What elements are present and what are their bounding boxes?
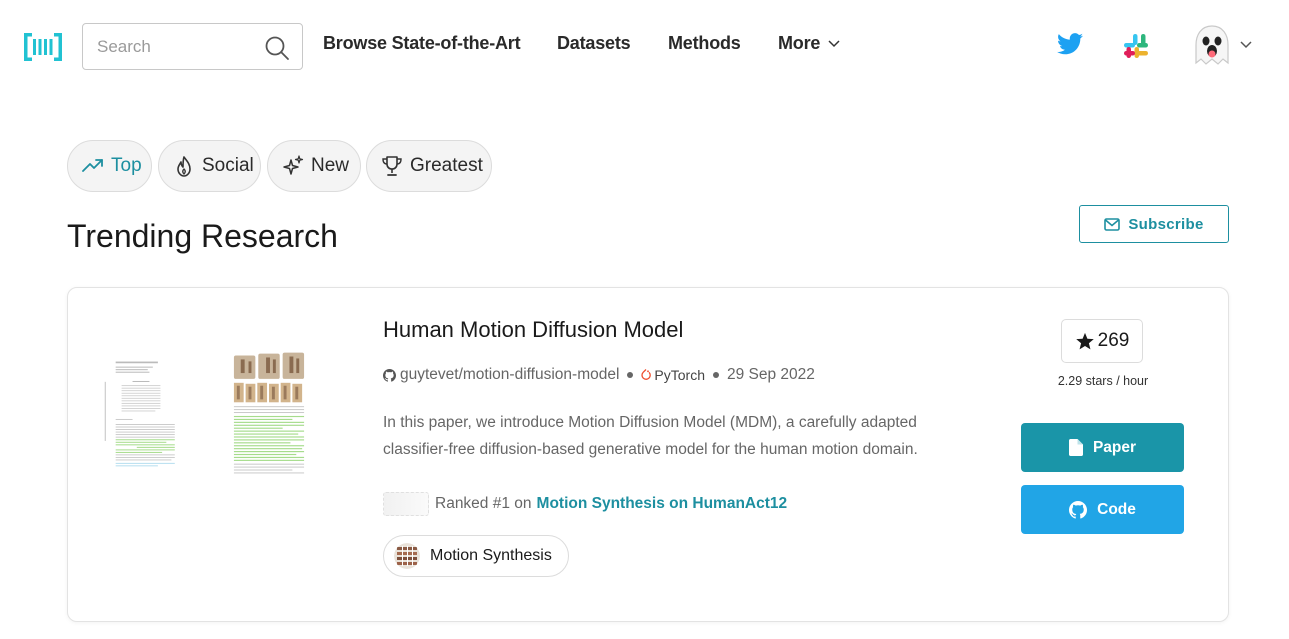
paper-date: 29 Sep 2022 (727, 366, 815, 383)
paper-thumbnail[interactable] (103, 346, 313, 496)
subscribe-button[interactable]: Subscribe (1079, 205, 1229, 243)
nav-methods[interactable]: Methods (668, 33, 741, 54)
meta-separator (627, 372, 634, 378)
trophy-icon (382, 156, 402, 176)
search-box[interactable] (82, 23, 303, 70)
code-button-label: Code (1097, 500, 1136, 518)
page-title: Trending Research (67, 218, 338, 254)
nav-browse-sota[interactable]: Browse State-of-the-Art (323, 33, 521, 54)
sparkles-icon (283, 155, 304, 175)
search-input[interactable] (97, 32, 257, 62)
paper-card: Human Motion Diffusion Model guytevet/mo… (67, 287, 1229, 622)
filter-greatest[interactable]: Greatest (366, 140, 492, 192)
github-icon (1069, 500, 1088, 519)
filter-social-label: Social (202, 155, 254, 176)
pytorch-icon (641, 369, 652, 380)
trending-up-icon (82, 159, 103, 172)
slack-icon[interactable] (1123, 33, 1149, 59)
subscribe-label: Subscribe (1128, 215, 1204, 233)
chevron-down-icon (828, 40, 840, 48)
flame-icon (177, 156, 191, 177)
star-icon (1075, 332, 1094, 349)
paper-meta: guytevet/motion-diffusion-model PyTorch … (383, 366, 815, 384)
avatar-chevron-down-icon[interactable] (1240, 40, 1252, 49)
ranking-row: Ranked #1 on Motion Synthesis on HumanAc… (383, 492, 787, 516)
benchmark-thumbnail (383, 492, 429, 516)
stars-badge: 269 (1061, 319, 1143, 363)
filter-social[interactable]: Social (158, 140, 261, 192)
filter-top-label: Top (111, 155, 142, 176)
meta-separator (713, 372, 719, 378)
filter-new[interactable]: New (267, 140, 361, 192)
nav-datasets[interactable]: Datasets (557, 33, 631, 54)
benchmark-link[interactable]: Motion Synthesis on HumanAct12 (537, 495, 788, 513)
paper-button-label: Paper (1092, 438, 1137, 456)
ranked-prefix: Ranked #1 on (435, 495, 532, 512)
twitter-icon[interactable] (1057, 33, 1083, 55)
top-navbar: Browse State-of-the-Art Datasets Methods… (0, 0, 1289, 90)
paper-title[interactable]: Human Motion Diffusion Model (383, 317, 683, 343)
filter-greatest-label: Greatest (410, 155, 483, 176)
framework-label: PyTorch (654, 367, 705, 383)
stars-rate: 2.29 stars / hour (1057, 374, 1149, 388)
filter-top[interactable]: Top (67, 140, 152, 192)
search-icon[interactable] (264, 35, 290, 61)
paper-button[interactable]: Paper (1021, 423, 1184, 472)
paper-page-2-image (231, 346, 307, 481)
stars-count: 269 (1097, 330, 1130, 351)
task-thumbnail (394, 543, 420, 569)
code-button[interactable]: Code (1021, 485, 1184, 534)
paper-abstract: In this paper, we introduce Motion Diffu… (383, 414, 918, 458)
nav-more[interactable]: More (778, 33, 820, 54)
envelope-icon (1104, 217, 1121, 231)
filter-new-label: New (311, 155, 350, 176)
paperswithcode-logo-icon[interactable] (24, 31, 62, 63)
task-label: Motion Synthesis (430, 547, 552, 564)
github-icon (383, 368, 396, 382)
task-tag[interactable]: Motion Synthesis (383, 535, 569, 577)
file-icon (1068, 439, 1083, 456)
ghost-avatar-icon[interactable] (1190, 23, 1234, 67)
paper-page-1-image (103, 346, 179, 481)
repo-link[interactable]: guytevet/motion-diffusion-model (400, 366, 619, 384)
